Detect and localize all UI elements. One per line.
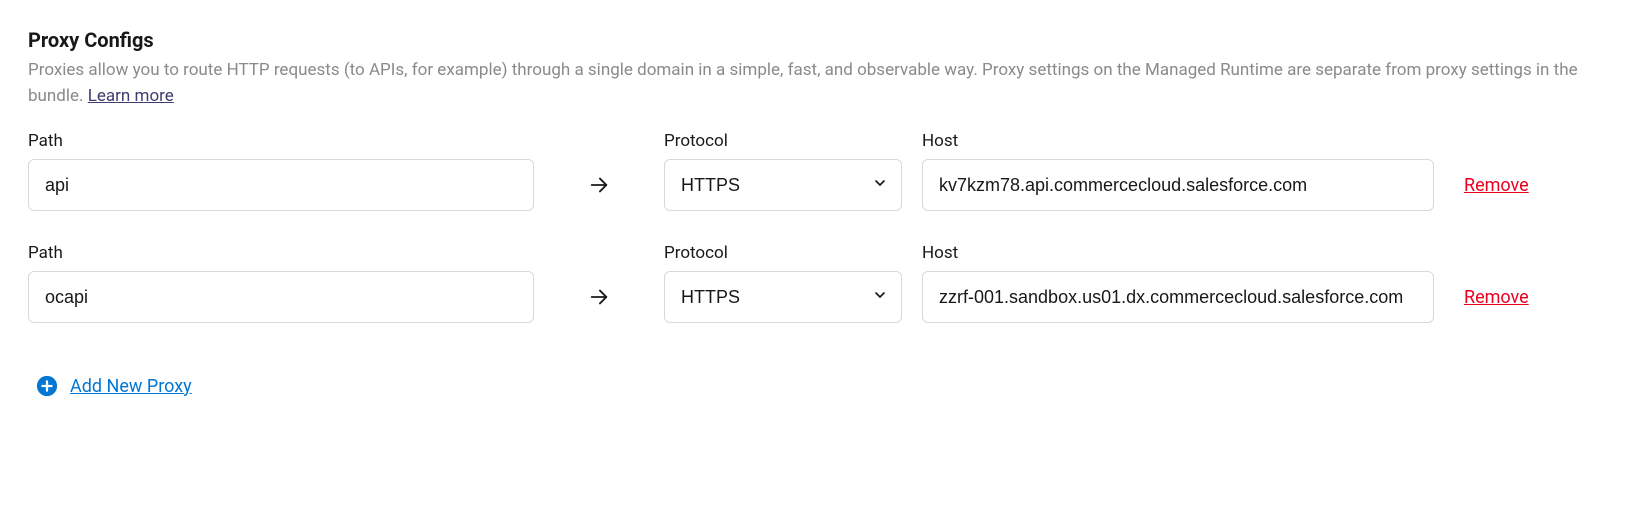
path-input[interactable] [28,159,534,211]
description-text: Proxies allow you to route HTTP requests… [28,60,1578,106]
protocol-field-group: Protocol HTTPS [664,243,902,323]
protocol-label: Protocol [664,243,902,263]
remove-button[interactable]: Remove [1464,159,1529,211]
host-input[interactable] [922,159,1434,211]
host-label: Host [922,131,1434,151]
host-field-group: Host [922,131,1434,211]
proxy-row: Path Protocol HTTPS Host Remove [28,131,1608,211]
add-new-proxy-button[interactable]: Add New Proxy [28,375,192,397]
path-field-group: Path [28,243,534,323]
host-field-group: Host [922,243,1434,323]
proxy-row: Path Protocol HTTPS Host Remove [28,243,1608,323]
arrow-icon [534,271,664,323]
protocol-label: Protocol [664,131,902,151]
section-description: Proxies allow you to route HTTP requests… [28,58,1608,109]
protocol-select-wrap: HTTPS [664,271,902,323]
plus-circle-icon [36,375,58,397]
remove-button[interactable]: Remove [1464,271,1529,323]
path-field-group: Path [28,131,534,211]
section-title: Proxy Configs [28,28,1608,52]
add-new-proxy-label: Add New Proxy [70,376,192,397]
arrow-icon [534,159,664,211]
host-input[interactable] [922,271,1434,323]
path-label: Path [28,131,534,151]
learn-more-link[interactable]: Learn more [88,86,174,106]
path-label: Path [28,243,534,263]
protocol-select-wrap: HTTPS [664,159,902,211]
protocol-select[interactable]: HTTPS [664,159,902,211]
protocol-field-group: Protocol HTTPS [664,131,902,211]
path-input[interactable] [28,271,534,323]
protocol-select[interactable]: HTTPS [664,271,902,323]
host-label: Host [922,243,1434,263]
